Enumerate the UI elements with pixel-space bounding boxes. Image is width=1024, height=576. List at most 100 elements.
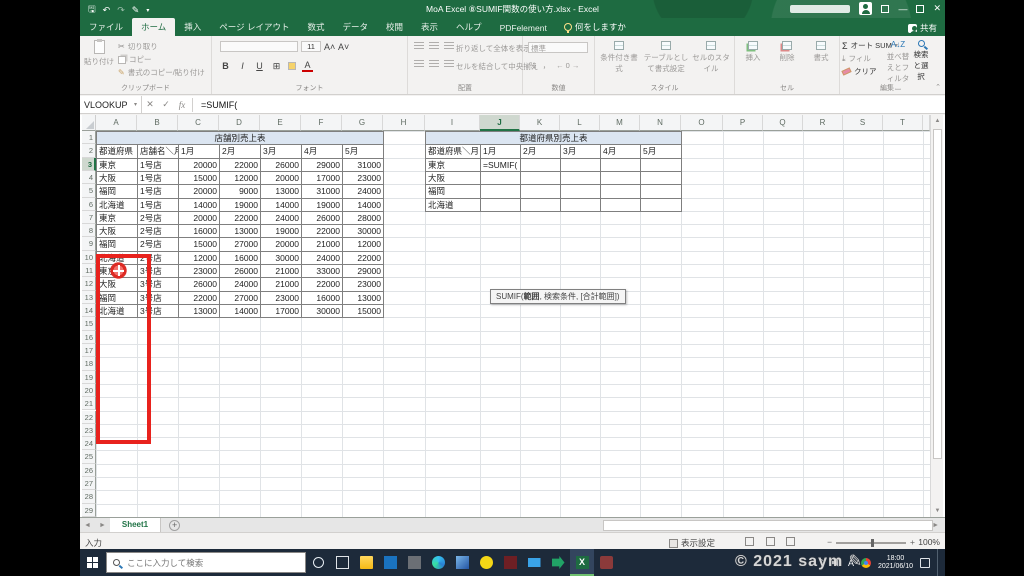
underline-button[interactable]: U bbox=[254, 61, 265, 71]
column-header-F[interactable]: F bbox=[301, 115, 342, 131]
label-cell[interactable]: 2号店 bbox=[138, 211, 179, 226]
row-header-21[interactable]: 21 bbox=[82, 397, 96, 411]
value-cell[interactable]: 13000 bbox=[261, 185, 302, 199]
zoom-level[interactable]: 100% bbox=[918, 537, 940, 547]
label-cell[interactable] bbox=[561, 158, 601, 172]
pdfelement-icon[interactable] bbox=[546, 549, 570, 576]
value-cell[interactable]: 15000 bbox=[179, 238, 220, 252]
label-cell[interactable]: 2号店 bbox=[138, 225, 179, 239]
column-header-D[interactable]: D bbox=[219, 115, 260, 131]
ribbon-display-options-icon[interactable] bbox=[881, 4, 890, 13]
enter-formula-icon[interactable]: ✓ bbox=[158, 99, 174, 110]
column-header-E[interactable]: E bbox=[260, 115, 301, 131]
value-cell[interactable]: 20000 bbox=[179, 211, 220, 226]
label-cell[interactable]: 大阪 bbox=[97, 171, 138, 186]
row-header-9[interactable]: 9 bbox=[82, 237, 96, 251]
hscroll-right-icon[interactable]: ► bbox=[928, 522, 943, 529]
ribbon-tab-8[interactable]: ヘルプ bbox=[447, 18, 491, 36]
value-cell[interactable]: 22000 bbox=[343, 251, 384, 266]
row-header-6[interactable]: 6 bbox=[82, 197, 96, 211]
value-cell[interactable]: 24000 bbox=[302, 251, 343, 266]
value-cell[interactable]: 12000 bbox=[220, 171, 261, 186]
row-header-27[interactable]: 27 bbox=[82, 477, 96, 491]
new-sheet-button[interactable]: + bbox=[169, 519, 181, 531]
value-cell[interactable]: 26000 bbox=[302, 211, 343, 226]
name-box-dropdown-icon[interactable]: ▾ bbox=[134, 101, 137, 108]
column-header-C[interactable]: C bbox=[178, 115, 219, 131]
column-header-N[interactable]: N bbox=[640, 115, 681, 131]
column-header-I[interactable]: I bbox=[425, 115, 480, 131]
start-button[interactable] bbox=[80, 549, 104, 576]
decrease-font-icon[interactable]: A˅ bbox=[338, 42, 349, 52]
value-cell[interactable]: 20000 bbox=[261, 171, 302, 186]
store-icon[interactable] bbox=[402, 549, 426, 576]
label-cell[interactable]: 大阪 bbox=[97, 225, 138, 239]
select-all-corner[interactable] bbox=[82, 115, 96, 131]
notebook-app-icon[interactable] bbox=[450, 549, 474, 576]
value-cell[interactable]: 15000 bbox=[179, 171, 220, 186]
taskbar-search-box[interactable] bbox=[106, 552, 306, 573]
horizontal-scrollbar[interactable] bbox=[603, 520, 933, 531]
zoom-control[interactable]: − + bbox=[827, 537, 915, 547]
value-cell[interactable]: 27000 bbox=[220, 238, 261, 252]
column-header-A[interactable]: A bbox=[96, 115, 137, 131]
font-size-combobox[interactable]: 11 bbox=[301, 41, 321, 52]
column-header-Q[interactable]: Q bbox=[763, 115, 803, 131]
value-cell[interactable]: 22000 bbox=[302, 225, 343, 239]
delete-cells-button[interactable]: 削除 bbox=[771, 41, 803, 63]
label-cell[interactable] bbox=[641, 198, 682, 212]
row-header-12[interactable]: 12 bbox=[82, 277, 96, 291]
row-header-7[interactable]: 7 bbox=[82, 210, 96, 225]
value-cell[interactable]: 13000 bbox=[220, 225, 261, 239]
share-button[interactable]: 共有 bbox=[907, 22, 937, 35]
column-header-cell[interactable]: 1月 bbox=[179, 145, 220, 159]
column-header-cell[interactable]: 1月 bbox=[481, 145, 521, 159]
sheet-grid[interactable]: ABCDEFGHIJKLMNOPQRST 1 2 3 4 5 6 7 8 9 10 11 12 13 14… bbox=[80, 115, 945, 518]
value-cell[interactable]: 31000 bbox=[302, 185, 343, 199]
column-header-T[interactable]: T bbox=[883, 115, 923, 131]
ribbon-tab-7[interactable]: 表示 bbox=[412, 18, 447, 36]
value-cell[interactable]: 30000 bbox=[343, 225, 384, 239]
row-header-5[interactable]: 5 bbox=[82, 184, 96, 198]
value-cell[interactable]: 23000 bbox=[179, 265, 220, 279]
value-cell[interactable]: 13000 bbox=[343, 291, 384, 306]
value-cell[interactable]: 9000 bbox=[220, 185, 261, 199]
row-header-23[interactable]: 23 bbox=[82, 423, 96, 438]
sheet-nav-right-icon[interactable]: ► bbox=[95, 522, 110, 529]
value-cell[interactable]: 23000 bbox=[261, 291, 302, 306]
column-header-H[interactable]: H bbox=[383, 115, 425, 131]
column-header-K[interactable]: K bbox=[520, 115, 560, 131]
vertical-scroll-thumb[interactable] bbox=[933, 129, 942, 459]
vertical-scrollbar[interactable]: ▲ ▼ bbox=[930, 115, 943, 517]
formula-input[interactable]: =SUMIF( bbox=[195, 100, 237, 110]
value-cell[interactable]: 26000 bbox=[179, 278, 220, 292]
dark-red-app-icon[interactable] bbox=[498, 549, 522, 576]
label-cell[interactable]: 北海道 bbox=[97, 198, 138, 212]
column-header-O[interactable]: O bbox=[681, 115, 723, 131]
label-cell[interactable] bbox=[521, 198, 561, 212]
cancel-formula-icon[interactable]: ✕ bbox=[142, 99, 158, 110]
excel-taskbar-icon[interactable]: X bbox=[570, 549, 594, 576]
value-cell[interactable]: 22000 bbox=[220, 211, 261, 226]
value-cell[interactable]: 22000 bbox=[302, 278, 343, 292]
normal-view-icon[interactable] bbox=[745, 537, 755, 547]
column-header-B[interactable]: B bbox=[137, 115, 178, 131]
column-header-cell[interactable]: 3月 bbox=[261, 145, 302, 159]
scroll-up-icon[interactable]: ▲ bbox=[931, 115, 944, 127]
zoom-slider[interactable] bbox=[836, 538, 907, 547]
label-cell[interactable]: 2号店 bbox=[138, 238, 179, 252]
value-cell[interactable]: 14000 bbox=[220, 305, 261, 319]
copy-button[interactable]: コピー bbox=[118, 54, 205, 65]
ribbon-tab-9[interactable]: PDFelement bbox=[491, 20, 556, 36]
column-header-cell[interactable]: 都道府県＼月 bbox=[426, 145, 481, 159]
insert-function-icon[interactable]: fx bbox=[174, 100, 190, 110]
row-header-24[interactable]: 24 bbox=[82, 437, 96, 451]
row-header-20[interactable]: 20 bbox=[82, 383, 96, 398]
value-cell[interactable]: 14000 bbox=[179, 198, 220, 212]
label-cell[interactable] bbox=[521, 158, 561, 172]
value-cell[interactable]: 23000 bbox=[343, 171, 384, 186]
value-cell[interactable]: 17000 bbox=[302, 171, 343, 186]
name-box[interactable]: VLOOKUP ▾ bbox=[80, 95, 142, 114]
label-cell[interactable] bbox=[641, 185, 682, 199]
ribbon-tab-5[interactable]: データ bbox=[334, 18, 378, 36]
